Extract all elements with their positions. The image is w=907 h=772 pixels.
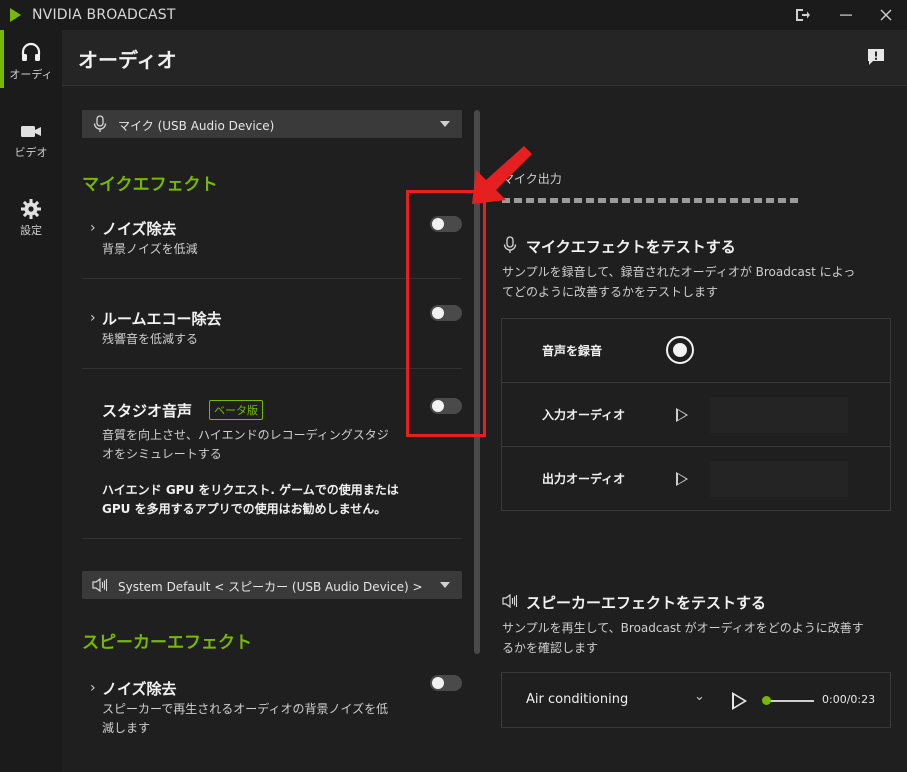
mic-effects-title: マイクエフェクト [82, 175, 218, 195]
microphone-icon [503, 236, 517, 253]
divider [82, 368, 462, 369]
play-input-button[interactable] [676, 408, 688, 422]
speaker-test-desc-line2: るかを確認します [502, 641, 599, 655]
nav-label-settings: 設定 [20, 224, 42, 237]
headset-icon [21, 42, 41, 61]
nav-item-audio[interactable]: オーディ [0, 30, 62, 90]
speaker-icon [502, 593, 518, 609]
record-button[interactable] [666, 336, 694, 364]
input-audio-label: 入力オーディオ [542, 408, 626, 422]
speaker-test-desc-line1: サンプルを再生して、Broadcast がオーディオをどのように改善す [502, 621, 864, 635]
mic-device-label: マイク (USB Audio Device) [118, 119, 275, 133]
window-title: NVIDIA BROADCAST [32, 7, 176, 23]
speaker-device-select[interactable]: System Default < スピーカー (USB Audio Device… [82, 571, 462, 599]
effect-name: ノイズ除去 [102, 220, 177, 238]
speaker-device-label: System Default < スピーカー (USB Audio Device… [118, 580, 423, 594]
effect-desc-line2: オをシミュレートする [102, 447, 222, 461]
mic-device-select[interactable]: マイク (USB Audio Device) [82, 110, 462, 138]
page-header: オーディオ [62, 30, 907, 86]
output-audio-row: 出力オーディオ [502, 447, 890, 511]
annotation-arrow-icon [472, 146, 532, 204]
sidebar-nav: オーディ ビデオ 設定 [0, 30, 62, 772]
nav-item-settings[interactable]: 設定 [0, 186, 62, 246]
nav-active-indicator [0, 30, 4, 88]
effect-desc-line2: 減します [102, 721, 151, 735]
divider [82, 538, 462, 539]
chevron-down-icon [440, 582, 450, 588]
effect-name: ノイズ除去 [102, 680, 177, 698]
sample-player: Air conditioning ⌄ 0:00/0:23 [501, 672, 891, 728]
playback-track[interactable] [764, 700, 814, 702]
effect-desc-line1: スピーカーで再生されるオーディオの背景ノイズを低 [102, 702, 389, 716]
speaker-test-title: スピーカーエフェクトをテストする [526, 594, 767, 612]
input-waveform [710, 397, 848, 433]
effect-noise-removal: › ノイズ除去 背景ノイズを低減 [82, 218, 462, 278]
mic-test-panel: 音声を録音 入力オーディオ 出力オーディオ [501, 318, 891, 511]
feedback-icon[interactable] [867, 48, 885, 66]
chevron-down-icon [440, 121, 450, 127]
minimize-button[interactable] [826, 0, 866, 30]
record-row: 音声を録音 [502, 319, 890, 383]
sample-select[interactable]: Air conditioning [526, 692, 628, 707]
nav-label-audio: オーディ [9, 68, 53, 81]
effect-desc-line1: 音質を向上させ、ハイエンドのレコーディングスタジ [102, 428, 389, 442]
chevron-right-icon[interactable]: › [90, 310, 96, 326]
play-sample-button[interactable] [732, 692, 747, 710]
record-label: 音声を録音 [542, 344, 603, 358]
input-audio-row: 入力オーディオ [502, 383, 890, 447]
gpu-warning-line1: ハイエンド GPU をリクエスト. ゲームでの使用または [102, 483, 399, 497]
mic-test-title: マイクエフェクトをテストする [526, 238, 736, 256]
effect-speaker-noise-removal: › ノイズ除去 スピーカーで再生されるオーディオの背景ノイズを低 減します [82, 678, 462, 738]
effect-name: ルームエコー除去 [102, 310, 222, 328]
divider [82, 278, 462, 279]
mic-output-meter [502, 198, 800, 203]
mic-test-desc-line1: サンプルを録音して、録音されたオーディオが Broadcast によっ [502, 265, 856, 279]
page-title: オーディオ [78, 48, 177, 72]
mic-test-desc-line2: てどのように改善するかをテストします [502, 285, 719, 299]
microphone-icon [93, 115, 107, 132]
annotation-highlight-box [406, 190, 486, 437]
nav-item-video[interactable]: ビデオ [0, 108, 62, 168]
nvidia-logo-icon [10, 8, 21, 22]
title-bar: NVIDIA BROADCAST [0, 0, 907, 30]
speaker-icon [92, 577, 108, 593]
chevron-down-icon[interactable]: ⌄ [694, 689, 705, 704]
play-output-button[interactable] [676, 472, 688, 486]
effect-desc: 残響音を低減する [102, 332, 199, 346]
gear-icon [21, 199, 41, 219]
camera-icon [21, 126, 41, 137]
nav-label-video: ビデオ [14, 146, 48, 159]
sign-out-icon[interactable] [782, 0, 822, 30]
speaker-effects-title: スピーカーエフェクト [82, 633, 252, 653]
speaker-noise-toggle[interactable] [430, 675, 462, 691]
playback-time: 0:00/0:23 [822, 693, 876, 706]
output-waveform [710, 461, 848, 497]
chevron-right-icon[interactable]: › [90, 680, 96, 696]
close-button[interactable] [866, 0, 906, 30]
effect-room-echo-removal: › ルームエコー除去 残響音を低減する [82, 308, 462, 368]
gpu-warning-line2: GPU を多用するアプリでの使用はお勧めしません。 [102, 502, 387, 516]
chevron-right-icon[interactable]: › [90, 220, 96, 236]
beta-badge: ベータ版 [209, 400, 263, 420]
effect-name: スタジオ音声 [102, 402, 193, 420]
effect-desc: 背景ノイズを低減 [102, 242, 198, 256]
output-audio-label: 出力オーディオ [542, 472, 626, 486]
playback-handle[interactable] [762, 696, 771, 705]
